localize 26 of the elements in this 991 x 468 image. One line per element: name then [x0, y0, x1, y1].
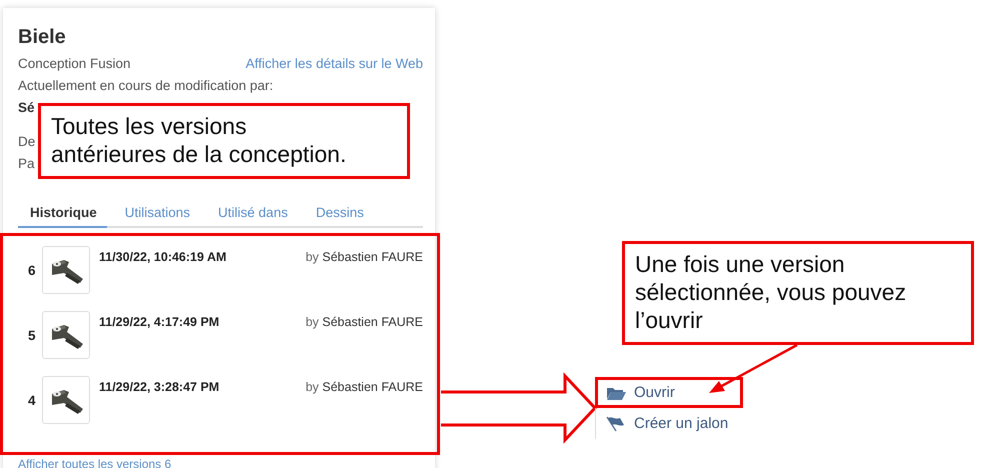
version-author: by Sébastien FAURE — [306, 250, 423, 264]
version-number: 6 — [28, 263, 37, 278]
version-author: by Sébastien FAURE — [306, 315, 423, 329]
tab[interactable]: Dessins — [304, 201, 374, 228]
editor-name: Sé — [18, 99, 35, 117]
tab[interactable]: Historique — [18, 201, 107, 228]
web-details-link[interactable]: Afficher les détails sur le Web — [246, 53, 423, 75]
detail-text: De — [18, 133, 36, 151]
version-date: 11/29/22, 3:28:47 PM — [99, 380, 220, 394]
design-title: Biele — [18, 26, 67, 49]
flag-icon — [606, 416, 626, 432]
design-type: Conception Fusion — [18, 55, 131, 73]
version-author: by Sébastien FAURE — [306, 380, 423, 394]
callout: Une fois une version sélectionnée, vous pouvez l’ouvrir — [622, 241, 974, 345]
detail-text: Pa — [18, 155, 35, 173]
version-number: 5 — [28, 328, 37, 343]
editing-label: Actuellement en cours de modification par: — [18, 77, 274, 95]
menu-item[interactable]: Ouvrir — [595, 377, 744, 408]
show-all-versions-link[interactable]: Afficher toutes les versions 6 — [18, 458, 172, 468]
tab[interactable]: Utilisations — [112, 201, 200, 228]
tab[interactable]: Utilisé dans — [206, 201, 298, 228]
menu-item[interactable]: Créer un jalon — [595, 408, 744, 439]
version-date: 11/29/22, 4:17:49 PM — [99, 315, 220, 329]
version-number: 4 — [28, 393, 37, 408]
version-date: 11/30/22, 10:46:19 AM — [99, 250, 228, 264]
callout: Toutes les versions antérieures de la conception. — [38, 103, 410, 179]
